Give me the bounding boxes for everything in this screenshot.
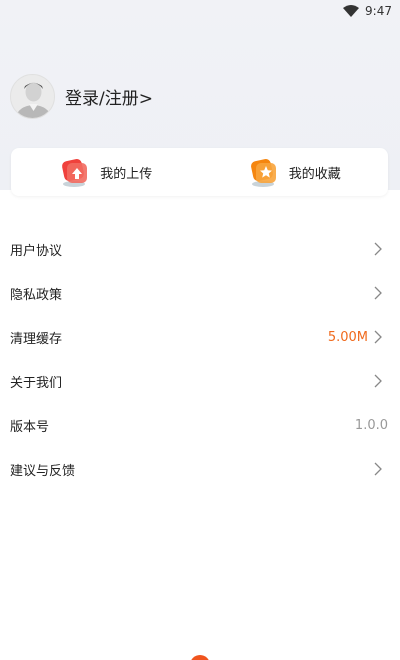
menu-item-version: 版本号 1.0.0: [0, 403, 400, 447]
quick-actions-card: 我的上传 我的收藏: [11, 148, 388, 196]
chevron-right-icon: [374, 462, 382, 476]
my-uploads-label: 我的上传: [100, 166, 153, 182]
menu-item-label: 隐私政策: [10, 287, 63, 303]
menu-item-about-us[interactable]: 关于我们: [0, 359, 400, 403]
menu-item-feedback[interactable]: 建议与反馈: [0, 447, 400, 491]
menu-item-clear-cache[interactable]: 清理缓存 5.00M: [0, 315, 400, 359]
chevron-right-icon: [374, 242, 382, 256]
menu-item-label: 清理缓存: [10, 331, 63, 347]
upload-icon: [62, 159, 88, 187]
profile-section[interactable]: 登录/注册>: [10, 74, 153, 119]
avatar-icon[interactable]: [10, 74, 55, 119]
menu-item-privacy-policy[interactable]: 隐私政策: [0, 271, 400, 315]
chevron-right-icon: [374, 286, 382, 300]
cache-size-value: 5.00M: [327, 329, 368, 345]
menu-item-label: 版本号: [10, 419, 50, 435]
menu-item-label: 关于我们: [10, 375, 63, 391]
my-uploads-button[interactable]: 我的上传: [11, 148, 200, 196]
menu-item-user-agreement[interactable]: 用户协议: [0, 227, 400, 271]
login-register-link[interactable]: 登录/注册>: [65, 84, 153, 109]
status-time: 9:47: [365, 4, 392, 18]
version-value: 1.0.0: [354, 417, 388, 433]
menu-item-label: 建议与反馈: [10, 463, 76, 479]
my-favorites-button[interactable]: 我的收藏: [200, 148, 389, 196]
chevron-right-icon: [374, 330, 382, 344]
menu-item-label: 用户协议: [10, 243, 63, 259]
wifi-icon: [343, 5, 360, 17]
status-bar: 9:47: [0, 0, 400, 22]
settings-menu: 用户协议 隐私政策 清理缓存 5.00M 关于我们 版本号 1.0.0 建议与反…: [0, 227, 400, 491]
bottom-nav-indicator: [190, 655, 210, 660]
my-favorites-label: 我的收藏: [288, 166, 341, 182]
star-icon: [250, 159, 276, 187]
chevron-right-icon: [374, 374, 382, 388]
